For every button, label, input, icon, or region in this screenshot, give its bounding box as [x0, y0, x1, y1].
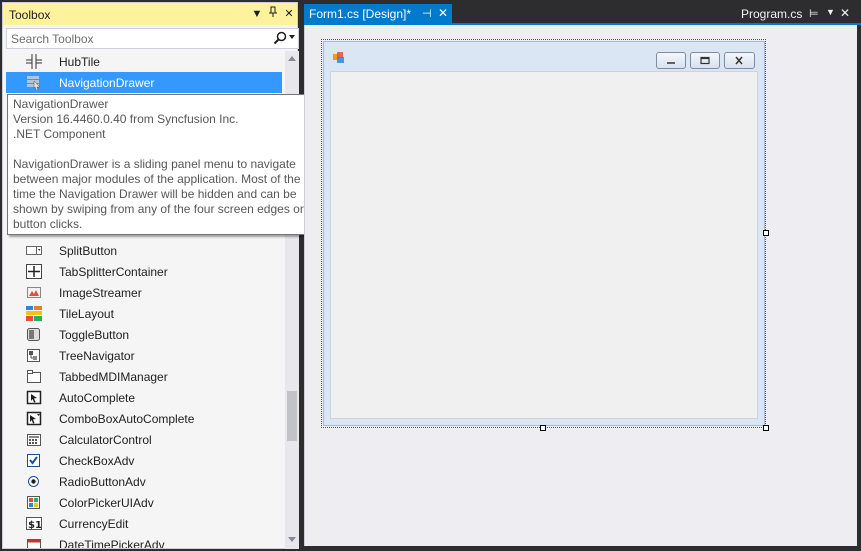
tab-program-cs[interactable]: Program.cs ⊨ ▼ ✕ — [736, 4, 861, 24]
tab-label: Form1.cs [Design]* — [309, 7, 412, 21]
toolbox-item-datetimepickeradv[interactable]: DateTimePickerAdv — [6, 534, 282, 548]
toolbox-item-imagestreamer[interactable]: ImageStreamer — [6, 282, 282, 303]
close-icon[interactable]: ✕ — [840, 6, 850, 20]
toolbox-item-label: DateTimePickerAdv — [59, 538, 165, 548]
pin-icon[interactable]: ⊨ — [809, 7, 819, 20]
color-picker-icon — [26, 495, 42, 510]
toolbox-item-label: RadioButtonAdv — [59, 475, 146, 489]
toolbox-item-calculatorcontrol[interactable]: CalculatorControl — [6, 429, 282, 450]
tree-navigator-icon — [26, 348, 42, 363]
toolbox-item-label: AutoComplete — [59, 391, 136, 405]
tab-list-dropdown-icon[interactable]: ▼ — [826, 7, 835, 17]
toolbox-item-label: TileLayout — [59, 307, 114, 321]
toolbox-item-splitbutton[interactable]: SplitButton — [6, 240, 282, 261]
tooltip-line: .NET Component — [13, 127, 106, 141]
toolbox-item-label: TabbedMDIManager — [59, 370, 168, 384]
scrollbar-thumb[interactable] — [287, 391, 297, 441]
tooltip-line: Version 16.4460.0.40 from Syncfusion Inc… — [13, 112, 239, 126]
tooltip-line: NavigationDrawer — [13, 97, 109, 111]
radio-button-icon — [26, 474, 42, 489]
toolbox-item-label: TreeNavigator — [59, 349, 135, 363]
close-button[interactable] — [724, 52, 755, 69]
currency-icon: $1 — [26, 516, 42, 531]
minimize-button[interactable] — [656, 52, 686, 69]
tabbed-mdi-icon — [26, 369, 42, 384]
tooltip-line: NavigationDrawer is a sliding panel menu… — [13, 157, 296, 171]
item-tooltip: NavigationDrawer Version 16.4460.0.40 fr… — [7, 94, 315, 235]
split-button-icon — [26, 243, 42, 258]
maximize-button[interactable] — [690, 52, 720, 69]
toolbox-title: Toolbox — [9, 8, 51, 22]
autocomplete-icon — [26, 390, 42, 405]
form-client-area[interactable] — [330, 71, 758, 419]
toolbox-search-input[interactable] — [11, 31, 261, 46]
datetime-picker-icon — [26, 537, 42, 548]
toolbox-item-autocomplete[interactable]: AutoComplete — [6, 387, 282, 408]
toolbox-item-label: CalculatorControl — [59, 433, 152, 447]
window-position-dropdown-icon[interactable]: ▼ — [250, 6, 264, 22]
scroll-down-arrow-icon[interactable] — [288, 537, 296, 542]
checkbox-icon — [26, 453, 42, 468]
toolbox-item-treenavigator[interactable]: TreeNavigator — [6, 345, 282, 366]
toolbox-title-bar[interactable]: Toolbox ▼ ✕ — [3, 3, 297, 25]
toolbox-item-tabbedmdimanager[interactable]: TabbedMDIManager — [6, 366, 282, 387]
document-tab-strip: Form1.cs [Design]* ⊣ ✕ Program.cs ⊨ ▼ ✕ — [300, 0, 861, 25]
hubtile-icon — [26, 54, 42, 69]
close-icon[interactable]: ✕ — [438, 6, 448, 20]
tab-label: Program.cs — [741, 7, 803, 21]
resize-handle-bottom[interactable] — [540, 425, 546, 431]
toolbox-item-label: ColorPickerUIAdv — [59, 496, 154, 510]
svg-text:$1: $1 — [28, 520, 42, 531]
tooltip-line: between major modules of the application… — [13, 172, 301, 186]
close-icon[interactable]: ✕ — [282, 6, 296, 22]
toolbox-item-tilelayout[interactable]: TileLayout — [6, 303, 282, 324]
form-app-icon — [333, 52, 345, 64]
image-streamer-icon — [26, 285, 42, 300]
tooltip-line: time the Navigation Drawer will be hidde… — [13, 187, 297, 201]
toolbox-item-label: TabSplitterContainer — [59, 265, 168, 279]
toolbox-item-label: NavigationDrawer — [59, 76, 155, 90]
calculator-icon — [26, 432, 42, 447]
tab-splitter-icon — [26, 264, 42, 279]
resize-handle-bottom-right[interactable] — [763, 425, 769, 431]
toolbox-item-label: ImageStreamer — [59, 286, 142, 300]
toolbox-item-label: ToggleButton — [59, 328, 130, 342]
toolbox-item-radiobuttonadv[interactable]: RadioButtonAdv — [6, 471, 282, 492]
toolbox-item-hubtile[interactable]: HubTile — [6, 51, 282, 72]
toolbox-item-label: HubTile — [59, 55, 100, 69]
toolbox-item-tabsplittercontainer[interactable]: TabSplitterContainer — [6, 261, 282, 282]
toolbox-item-togglebutton[interactable]: ToggleButton — [6, 324, 282, 345]
toolbox-item-label: SplitButton — [59, 244, 118, 258]
resize-handle-right[interactable] — [763, 230, 769, 236]
pin-icon[interactable]: ⊣ — [422, 7, 432, 20]
navigation-drawer-icon — [26, 75, 42, 91]
toolbox-item-label: ComboBoxAutoComplete — [59, 412, 195, 426]
pin-icon[interactable] — [266, 6, 280, 22]
toolbox-item-colorpickeruiadv[interactable]: ColorPickerUIAdv — [6, 492, 282, 513]
toolbox-item-currencyedit[interactable]: $1 CurrencyEdit — [6, 513, 282, 534]
combobox-autocomplete-icon — [26, 411, 42, 426]
toolbox-item-navigationdrawer[interactable]: NavigationDrawer — [6, 72, 282, 93]
form1-window[interactable] — [323, 41, 765, 426]
toolbox-item-checkboxadv[interactable]: CheckBoxAdv — [6, 450, 282, 471]
toolbox-panel: Toolbox ▼ ✕ HubTile NavigationDrawer — [2, 2, 299, 549]
toolbox-item-label: CheckBoxAdv — [59, 454, 135, 468]
search-options-dropdown-icon[interactable] — [289, 35, 295, 39]
search-icon[interactable] — [273, 31, 287, 45]
scroll-up-arrow-icon[interactable] — [288, 56, 296, 61]
toolbox-search[interactable] — [6, 28, 299, 49]
toolbox-item-label: CurrencyEdit — [59, 517, 129, 531]
tooltip-line: shown by swiping from any of the four sc… — [13, 202, 304, 216]
toolbox-item-comboboxautocomplete[interactable]: ComboBoxAutoComplete — [6, 408, 282, 429]
toggle-button-icon — [26, 327, 42, 342]
tab-form1-design[interactable]: Form1.cs [Design]* ⊣ ✕ — [304, 4, 452, 24]
tooltip-line: button clicks. — [13, 217, 83, 231]
tile-layout-icon — [26, 306, 42, 321]
